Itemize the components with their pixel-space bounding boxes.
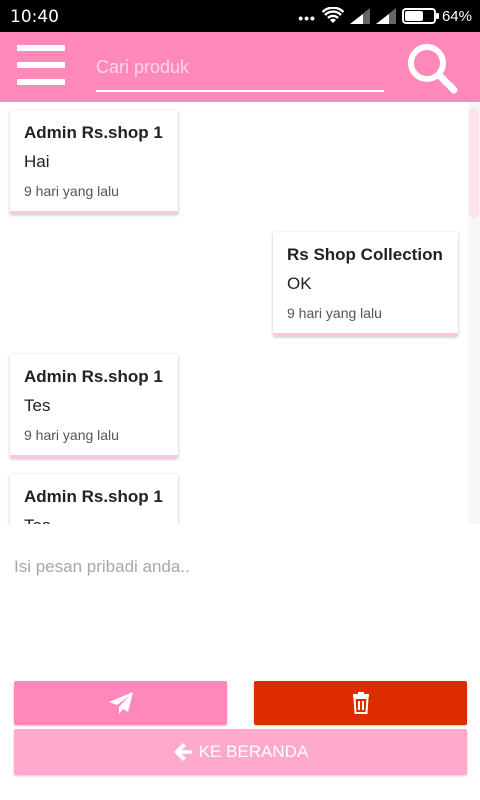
message-sender: Admin Rs.shop 1	[24, 367, 163, 386]
wifi-icon	[321, 7, 344, 23]
app-bar	[0, 32, 480, 102]
message-sender: Admin Rs.shop 1	[24, 487, 163, 506]
battery-icon	[401, 8, 439, 24]
message-input[interactable]	[14, 552, 464, 582]
menu-icon[interactable]	[17, 45, 65, 85]
message-text: Hai	[24, 152, 50, 171]
status-time: 10:40	[10, 7, 59, 27]
message-text: Tes	[24, 396, 51, 415]
delete-button[interactable]	[254, 681, 467, 725]
notification-dots-icon: •••	[298, 10, 316, 26]
search-input[interactable]	[96, 50, 384, 84]
message-bubble: Rs Shop Collection OK 9 hari yang lalu	[273, 232, 458, 336]
message-sender: Rs Shop Collection	[287, 245, 443, 264]
battery-level	[404, 11, 423, 21]
send-button[interactable]	[14, 681, 227, 725]
status-icons: ••• 64%	[298, 6, 472, 26]
scrollbar-track[interactable]	[468, 102, 480, 524]
message-bubble: Admin Rs.shop 1 Tes	[10, 474, 178, 524]
message-text: OK	[287, 274, 312, 293]
home-button[interactable]: KE BERANDA	[14, 729, 467, 775]
search-field	[96, 50, 384, 92]
message-bubble: Admin Rs.shop 1 Tes 9 hari yang lalu	[10, 354, 178, 458]
signal-icon-2	[375, 8, 396, 24]
chat-area[interactable]: Admin Rs.shop 1 Hai 9 hari yang lalu Rs …	[0, 102, 480, 524]
message-bubble: Admin Rs.shop 1 Hai 9 hari yang lalu	[10, 110, 178, 214]
message-sender: Admin Rs.shop 1	[24, 123, 163, 142]
status-bar: 10:40 ••• 64%	[0, 0, 480, 32]
message-text: Tes	[24, 516, 164, 524]
paper-plane-icon	[108, 692, 133, 714]
message-time: 9 hari yang lalu	[24, 427, 119, 443]
arrow-left-icon	[173, 743, 192, 761]
signal-icon	[349, 8, 370, 24]
home-button-label: KE BERANDA	[198, 742, 309, 761]
trash-icon	[352, 692, 369, 714]
search-icon[interactable]	[406, 42, 458, 94]
scrollbar-thumb[interactable]	[469, 108, 479, 218]
message-time: 9 hari yang lalu	[24, 183, 119, 199]
battery-label: 64%	[441, 7, 472, 25]
message-time: 9 hari yang lalu	[287, 305, 382, 321]
